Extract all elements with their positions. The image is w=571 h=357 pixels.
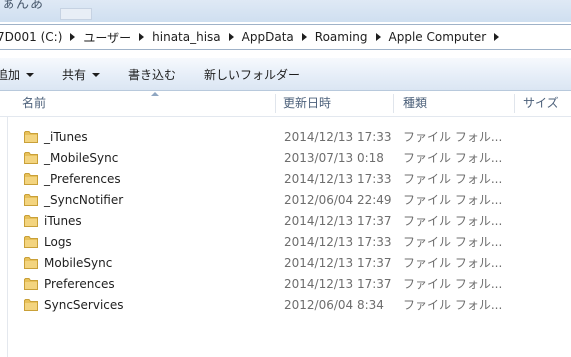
breadcrumb-user[interactable]: hinata_hisa — [146, 30, 227, 44]
chevron-right-icon[interactable] — [70, 33, 76, 41]
new-folder-label: 新しいフォルダー — [204, 67, 301, 82]
file-name: _SyncNotifier — [44, 193, 124, 207]
dropdown-arrow-icon — [26, 72, 35, 77]
chevron-right-icon[interactable] — [375, 33, 381, 41]
chevron-right-icon[interactable] — [494, 33, 500, 41]
file-row[interactable]: _MobileSync 2013/07/13 0:18 ファイル フォル... — [0, 148, 571, 169]
folder-icon — [24, 131, 38, 143]
folder-icon — [24, 173, 38, 185]
folder-icon — [24, 278, 38, 290]
column-header-date[interactable]: 更新日時 — [276, 91, 394, 116]
file-type: ファイル フォル... — [403, 193, 503, 207]
file-type: ファイル フォル... — [403, 235, 503, 249]
new-folder-button[interactable]: 新しいフォルダー — [190, 66, 314, 83]
dropdown-arrow-icon — [92, 72, 101, 77]
file-modified-date: 2012/06/04 8:34 — [284, 298, 384, 312]
file-type: ファイル フォル... — [403, 172, 503, 186]
file-row[interactable]: MobileSync 2014/12/13 17:37 ファイル フォル... — [0, 253, 571, 274]
file-modified-date: 2012/06/04 22:49 — [284, 193, 392, 207]
breadcrumb-drive[interactable]: 7D001 (C:) — [0, 30, 68, 44]
file-name: _MobileSync — [44, 151, 119, 165]
file-row[interactable]: _iTunes 2014/12/13 17:33 ファイル フォル... — [0, 127, 571, 148]
breadcrumb-apple-computer[interactable]: Apple Computer — [383, 30, 493, 44]
file-type: ファイル フォル... — [403, 214, 503, 228]
file-modified-date: 2014/12/13 17:33 — [284, 130, 392, 144]
file-row[interactable]: Logs 2014/12/13 17:33 ファイル フォル... — [0, 232, 571, 253]
sort-ascending-icon — [151, 92, 159, 96]
column-header-size[interactable]: サイズ — [515, 91, 571, 116]
folder-icon — [24, 215, 38, 227]
file-name: _iTunes — [44, 130, 88, 144]
command-bar: 追加 共有 書き込む 新しいフォルダー — [0, 58, 571, 91]
file-name: _Preferences — [44, 172, 121, 186]
share-label: 共有 — [62, 67, 87, 82]
folder-icon — [24, 257, 38, 269]
title-decoration — [60, 8, 92, 20]
file-type: ファイル フォル... — [403, 151, 503, 165]
chevron-right-icon[interactable] — [301, 33, 307, 41]
file-modified-date: 2014/12/13 17:37 — [284, 214, 392, 228]
share-button[interactable]: 共有 — [48, 66, 114, 83]
title-fragment: ぁんあ — [2, 0, 45, 12]
add-label: 追加 — [0, 67, 21, 82]
file-row[interactable]: _SyncNotifier 2012/06/04 22:49 ファイル フォル.… — [0, 190, 571, 211]
file-type: ファイル フォル... — [403, 298, 503, 312]
file-modified-date: 2014/12/13 17:37 — [284, 277, 392, 291]
file-row[interactable]: iTunes 2014/12/13 17:37 ファイル フォル... — [0, 211, 571, 232]
file-type: ファイル フォル... — [403, 277, 503, 291]
breadcrumb[interactable]: 7D001 (C:) ユーザー hinata_hisa AppData Roam… — [0, 24, 571, 50]
file-row[interactable]: Preferences 2014/12/13 17:37 ファイル フォル... — [0, 274, 571, 295]
file-modified-date: 2014/12/13 17:37 — [284, 256, 392, 270]
file-name: Preferences — [44, 277, 115, 291]
column-type-label: 種類 — [403, 96, 428, 110]
folder-icon — [24, 152, 38, 164]
breadcrumb-appdata[interactable]: AppData — [236, 30, 300, 44]
file-modified-date: 2014/12/13 17:33 — [284, 172, 392, 186]
file-name: Logs — [44, 235, 72, 249]
window-title-strip: ぁんあ — [0, 0, 571, 22]
file-type: ファイル フォル... — [403, 256, 503, 270]
file-row[interactable]: _Preferences 2014/12/13 17:33 ファイル フォル..… — [0, 169, 571, 190]
column-header-type[interactable]: 種類 — [394, 91, 515, 116]
breadcrumb-roaming[interactable]: Roaming — [309, 30, 374, 44]
burn-button[interactable]: 書き込む — [114, 66, 190, 83]
folder-icon — [24, 236, 38, 248]
chevron-right-icon[interactable] — [228, 33, 234, 41]
folder-icon — [24, 194, 38, 206]
column-name-label: 名前 — [22, 96, 47, 110]
column-header-name[interactable]: 名前 — [8, 91, 276, 116]
burn-label: 書き込む — [128, 67, 177, 82]
file-list: _iTunes 2014/12/13 17:33 ファイル フォル... _Mo… — [0, 127, 571, 316]
breadcrumb-users[interactable]: ユーザー — [77, 29, 137, 46]
file-row[interactable]: SyncServices 2012/06/04 8:34 ファイル フォル... — [0, 295, 571, 316]
column-size-label: サイズ — [523, 96, 559, 110]
file-type: ファイル フォル... — [403, 130, 503, 144]
file-name: SyncServices — [44, 298, 124, 312]
file-modified-date: 2014/12/13 17:33 — [284, 235, 392, 249]
folder-icon — [24, 299, 38, 311]
file-modified-date: 2013/07/13 0:18 — [284, 151, 384, 165]
chevron-right-icon[interactable] — [139, 33, 145, 41]
file-name: iTunes — [44, 214, 82, 228]
file-name: MobileSync — [44, 256, 113, 270]
column-header-bar: 名前 更新日時 種類 サイズ — [0, 91, 571, 117]
add-to-library-button[interactable]: 追加 — [0, 66, 48, 83]
column-date-label: 更新日時 — [283, 96, 332, 110]
